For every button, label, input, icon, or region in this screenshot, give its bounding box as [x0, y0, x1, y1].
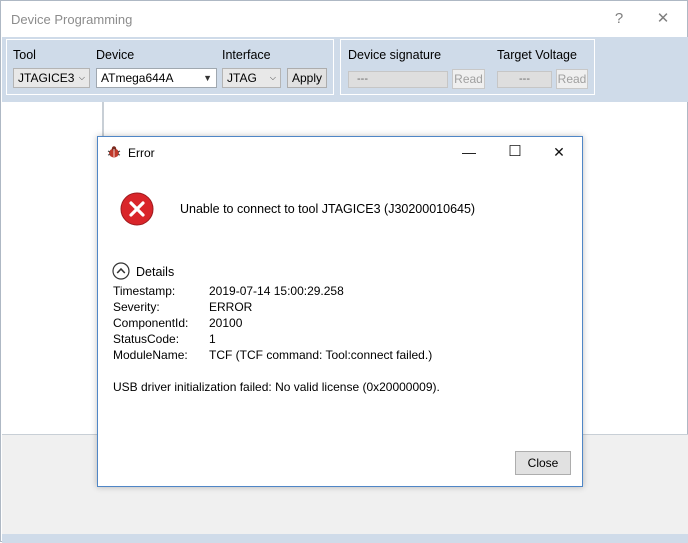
detail-key-timestamp: Timestamp:	[113, 284, 176, 298]
usb-driver-message: USB driver initialization failed: No val…	[113, 380, 440, 394]
detail-key-componentid: ComponentId:	[113, 316, 189, 330]
tool-select[interactable]: JTAGICE3 ⌵	[13, 68, 90, 88]
detail-value-componentid: 20100	[209, 316, 243, 330]
detail-value-modulename: TCF (TCF command: Tool:connect failed.)	[209, 348, 433, 362]
device-label: Device	[96, 48, 135, 62]
close-button[interactable]: Close	[515, 451, 571, 475]
interface-select[interactable]: JTAG ⌵	[222, 68, 281, 88]
device-select-value: ATmega644A	[101, 71, 174, 85]
tool-select-value: JTAGICE3	[18, 71, 75, 85]
dialog-close-x-button[interactable]: ✕	[536, 137, 582, 167]
minimize-button[interactable]: —	[446, 137, 492, 167]
interface-label: Interface	[222, 48, 271, 62]
error-message: Unable to connect to tool JTAGICE3 (J302…	[180, 202, 476, 216]
detail-key-modulename: ModuleName:	[113, 348, 188, 362]
detail-key-severity: Severity:	[113, 300, 160, 314]
device-signature-label: Device signature	[348, 48, 442, 62]
read-voltage-button[interactable]: Read	[556, 69, 588, 89]
detail-value-severity: ERROR	[209, 300, 253, 314]
tool-label: Tool	[13, 48, 36, 62]
toolbar: Tool JTAGICE3 ⌵ Device ATmega644A ▼ Inte…	[2, 37, 688, 102]
detail-value-statuscode: 1	[209, 332, 216, 346]
chevron-down-icon: ⌵	[78, 73, 85, 82]
tool-device-interface-group: Tool JTAGICE3 ⌵ Device ATmega644A ▼ Inte…	[6, 39, 334, 95]
window-close-button[interactable]: ✕	[648, 5, 678, 33]
error-x-icon	[120, 192, 154, 226]
help-button[interactable]: ?	[604, 5, 634, 33]
details-toggle-label[interactable]: Details	[136, 265, 174, 279]
target-voltage-field: ---	[497, 71, 552, 88]
detail-value-timestamp: 2019-07-14 15:00:29.258	[209, 284, 344, 298]
chevron-down-icon: ⌵	[269, 73, 276, 82]
window-title: Device Programming	[11, 12, 133, 27]
left-nav-pane	[2, 102, 104, 434]
chevron-up-circle-icon[interactable]	[112, 262, 130, 280]
error-dialog: Error — ☐ ✕ Unable to connect to tool JT…	[97, 136, 583, 487]
maximize-button[interactable]: ☐	[492, 137, 538, 167]
read-signature-button[interactable]: Read	[452, 69, 485, 89]
detail-key-statuscode: StatusCode:	[113, 332, 180, 346]
apply-button[interactable]: Apply	[287, 68, 327, 88]
interface-select-value: JTAG	[227, 71, 257, 85]
device-select[interactable]: ATmega644A ▼	[96, 68, 217, 88]
dropdown-arrow-icon: ▼	[203, 73, 212, 83]
dialog-title: Error	[128, 146, 155, 160]
signature-voltage-group: Device signature --- Read Target Voltage…	[340, 39, 595, 95]
target-voltage-label: Target Voltage	[497, 48, 577, 62]
device-signature-field: ---	[348, 71, 448, 88]
bug-icon	[107, 146, 121, 158]
